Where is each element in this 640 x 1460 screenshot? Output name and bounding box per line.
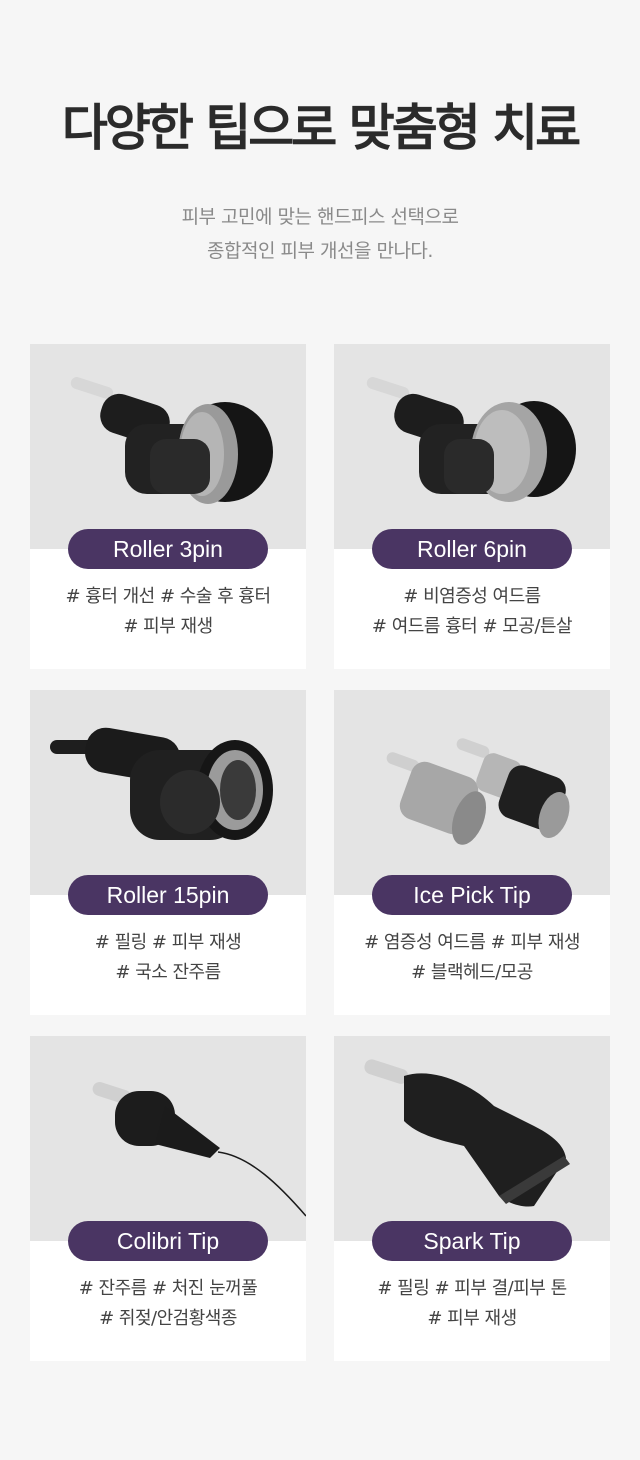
tip-card-roller-15pin: Roller 15pin # 필링 # 피부 재생 # 국소 잔주름 [30,690,306,1015]
roller-3pin-image [30,344,306,549]
tags-line-2: # 쥐젖/안검황색종 [99,1308,237,1329]
colibri-image [30,1036,306,1241]
tags-line-2: # 국소 잔주름 [115,962,221,983]
roller-6pin-tags: # 비염증성 여드름 # 여드름 흉터 # 모공/튼살 [334,582,610,642]
ice-pick-label: Ice Pick Tip [372,875,572,915]
roller-3pin-tags: # 흉터 개선 # 수술 후 흉터 # 피부 재생 [30,582,306,642]
colibri-tags: # 잔주름 # 처진 눈꺼풀 # 쥐젖/안검황색종 [30,1274,306,1334]
tip-card-spark: Spark Tip # 필링 # 피부 결/피부 톤 # 피부 재생 [334,1036,610,1361]
tags-line-1: # 흉터 개선 # 수술 후 흉터 [65,586,271,607]
roller-3pin-label: Roller 3pin [68,529,268,569]
colibri-label: Colibri Tip [68,1221,268,1261]
page-title: 다양한 팁으로 맞춤형 치료 [61,99,581,157]
tags-line-2: # 블랙헤드/모공 [411,962,533,983]
tags-line-1: # 필링 # 피부 재생 [94,932,242,953]
tags-line-2: # 피부 재생 [427,1308,517,1329]
roller-15pin-label: Roller 15pin [68,875,268,915]
spark-label: Spark Tip [372,1221,572,1261]
ice-pick-image [334,690,610,895]
tip-card-roller-6pin: Roller 6pin # 비염증성 여드름 # 여드름 흉터 # 모공/튼살 [334,344,610,669]
tags-line-1: # 잔주름 # 처진 눈꺼풀 [78,1278,258,1299]
tags-line-2: # 여드름 흉터 # 모공/튼살 [371,616,573,637]
tip-card-colibri: Colibri Tip # 잔주름 # 처진 눈꺼풀 # 쥐젖/안검황색종 [30,1036,306,1361]
ice-pick-tags: # 염증성 여드름 # 피부 재생 # 블랙헤드/모공 [334,928,610,988]
roller-15pin-tags: # 필링 # 피부 재생 # 국소 잔주름 [30,928,306,988]
subtitle-line-2: 종합적인 피부 개선을 만나다. [207,240,433,262]
tip-card-roller-3pin: Roller 3pin # 흉터 개선 # 수술 후 흉터 # 피부 재생 [30,344,306,669]
tags-line-2: # 피부 재생 [123,616,213,637]
roller-6pin-label: Roller 6pin [372,529,572,569]
tip-card-ice-pick: Ice Pick Tip # 염증성 여드름 # 피부 재생 # 블랙헤드/모공 [334,690,610,1015]
tags-line-1: # 비염증성 여드름 [403,586,541,607]
roller-15pin-image [30,690,306,895]
subtitle-line-1: 피부 고민에 맞는 핸드피스 선택으로 [181,206,459,228]
tags-line-1: # 염증성 여드름 # 피부 재생 [364,932,580,953]
spark-tags: # 필링 # 피부 결/피부 톤 # 피부 재생 [334,1274,610,1334]
page-subtitle: 피부 고민에 맞는 핸드피스 선택으로 종합적인 피부 개선을 만나다. [0,200,640,268]
roller-6pin-image [334,344,610,549]
page: { "heading": { "title": "다양한 팁으로 맞춤형 치료"… [0,0,640,1460]
spark-image [334,1036,610,1241]
tags-line-1: # 필링 # 피부 결/피부 톤 [377,1278,567,1299]
